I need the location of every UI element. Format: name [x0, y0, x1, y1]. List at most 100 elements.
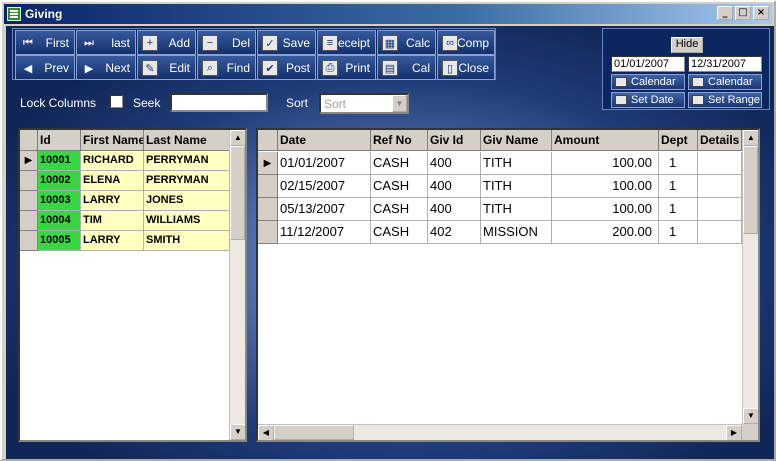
gift-details-cell[interactable] — [698, 175, 742, 198]
close-button[interactable]: ▯ Close — [437, 55, 495, 80]
prev-button[interactable]: ◀ Prev — [15, 55, 75, 80]
member-first-name-cell[interactable]: RICHARD — [81, 151, 144, 171]
column-header-details[interactable]: Details — [698, 130, 742, 151]
table-row[interactable]: 11/12/2007 CASH 402 MISSION 200.00 1 — [258, 221, 742, 244]
gift-details-cell[interactable] — [698, 221, 742, 244]
gifts-horizontal-scrollbar[interactable]: ◀ ▶ — [258, 424, 742, 440]
gifts-vertical-scrollbar[interactable]: ▲ ▼ — [742, 130, 758, 424]
row-selector[interactable] — [20, 231, 38, 251]
add-button[interactable]: + Add — [137, 30, 196, 55]
minimize-icon[interactable]: _ — [717, 6, 733, 20]
column-header-first-name[interactable]: First Name — [81, 130, 144, 151]
column-header-date[interactable]: Date — [278, 130, 371, 151]
member-last-name-cell[interactable]: PERRYMAN — [144, 151, 230, 171]
gift-dept-cell[interactable]: 1 — [659, 175, 698, 198]
gift-details-cell[interactable] — [698, 198, 742, 221]
column-header-ref-no[interactable]: Ref No — [371, 130, 428, 151]
hide-button[interactable]: Hide — [671, 37, 703, 53]
gift-date-cell[interactable]: 02/15/2007 — [278, 175, 371, 198]
comp-button[interactable]: ∞ Comp — [437, 30, 495, 55]
column-header-last-name[interactable]: Last Name — [144, 130, 230, 151]
gift-giv-id-cell[interactable]: 400 — [428, 198, 481, 221]
member-id-cell[interactable]: 10003 — [38, 191, 81, 211]
gift-giv-id-cell[interactable]: 400 — [428, 175, 481, 198]
row-selector[interactable] — [258, 221, 278, 244]
gift-ref-no-cell[interactable]: CASH — [371, 152, 428, 175]
edit-button[interactable]: ✎ Edit — [137, 55, 196, 80]
member-first-name-cell[interactable]: TIM — [81, 211, 144, 231]
calc-button[interactable]: ▦ Calc — [377, 30, 436, 55]
gift-giv-name-cell[interactable]: TITH — [481, 152, 552, 175]
gift-amount-cell[interactable]: 100.00 — [552, 152, 659, 175]
table-row[interactable]: 02/15/2007 CASH 400 TITH 100.00 1 — [258, 175, 742, 198]
scroll-down-icon[interactable]: ▼ — [230, 424, 245, 440]
gift-giv-name-cell[interactable]: TITH — [481, 198, 552, 221]
start-calendar-button[interactable]: Calendar — [611, 74, 685, 90]
end-date-field[interactable]: 12/31/2007 — [688, 56, 762, 72]
table-row[interactable]: ▶ 10001 RICHARD PERRYMAN — [20, 151, 230, 171]
gift-amount-cell[interactable]: 100.00 — [552, 198, 659, 221]
column-header-giv-name[interactable]: Giv Name — [481, 130, 552, 151]
close-window-icon[interactable]: × — [753, 6, 769, 20]
end-calendar-button[interactable]: Calendar — [688, 74, 762, 90]
row-selector[interactable] — [258, 198, 278, 221]
post-button[interactable]: ✔ Post — [257, 55, 316, 80]
scroll-right-icon[interactable]: ▶ — [726, 425, 742, 440]
members-vertical-scrollbar[interactable]: ▲ ▼ — [229, 130, 245, 440]
gift-ref-no-cell[interactable]: CASH — [371, 198, 428, 221]
member-last-name-cell[interactable]: PERRYMAN — [144, 171, 230, 191]
gift-details-cell[interactable] — [698, 152, 742, 175]
maximize-icon[interactable]: □ — [735, 6, 751, 20]
column-header-amount[interactable]: Amount — [552, 130, 659, 151]
start-date-field[interactable]: 01/01/2007 — [611, 56, 685, 72]
table-row[interactable]: 10005 LARRY SMITH — [20, 231, 230, 251]
title-bar[interactable]: Giving _ □ × — [4, 4, 772, 24]
column-header-dept[interactable]: Dept — [659, 130, 698, 151]
gift-dept-cell[interactable]: 1 — [659, 198, 698, 221]
sort-select[interactable]: Sort ▼ — [319, 93, 409, 114]
row-selector[interactable] — [20, 171, 38, 191]
scroll-down-icon[interactable]: ▼ — [743, 408, 758, 424]
first-button[interactable]: ⏮ First — [15, 30, 75, 55]
find-button[interactable]: ⌕ Find — [197, 55, 256, 80]
save-button[interactable]: ✓ Save — [257, 30, 316, 55]
chevron-down-icon[interactable]: ▼ — [392, 95, 407, 112]
gift-ref-no-cell[interactable]: CASH — [371, 221, 428, 244]
next-button[interactable]: ▶ Next — [76, 55, 136, 80]
row-selector[interactable] — [258, 175, 278, 198]
last-button[interactable]: ⏭ last — [76, 30, 136, 55]
set-date-button[interactable]: Set Date — [611, 92, 685, 108]
column-header-giv-id[interactable]: Giv Id — [428, 130, 481, 151]
gift-giv-id-cell[interactable]: 402 — [428, 221, 481, 244]
member-last-name-cell[interactable]: JONES — [144, 191, 230, 211]
delete-button[interactable]: − Del — [197, 30, 256, 55]
member-first-name-cell[interactable]: LARRY — [81, 231, 144, 251]
row-selector[interactable] — [20, 211, 38, 231]
current-row-arrow-icon[interactable]: ▶ — [20, 151, 38, 171]
gift-dept-cell[interactable]: 1 — [659, 152, 698, 175]
gift-ref-no-cell[interactable]: CASH — [371, 175, 428, 198]
member-first-name-cell[interactable]: ELENA — [81, 171, 144, 191]
member-id-cell[interactable]: 10002 — [38, 171, 81, 191]
gift-date-cell[interactable]: 05/13/2007 — [278, 198, 371, 221]
table-row[interactable]: 10002 ELENA PERRYMAN — [20, 171, 230, 191]
cal-button[interactable]: ▤ Cal — [377, 55, 436, 80]
gift-giv-name-cell[interactable]: TITH — [481, 175, 552, 198]
lock-columns-checkbox[interactable] — [110, 95, 123, 108]
column-header-id[interactable]: Id — [38, 130, 81, 151]
member-id-cell[interactable]: 10005 — [38, 231, 81, 251]
member-id-cell[interactable]: 10004 — [38, 211, 81, 231]
scroll-up-icon[interactable]: ▲ — [743, 130, 758, 146]
table-row[interactable]: 10003 LARRY JONES — [20, 191, 230, 211]
member-first-name-cell[interactable]: LARRY — [81, 191, 144, 211]
table-row[interactable]: ▶ 01/01/2007 CASH 400 TITH 100.00 1 — [258, 152, 742, 175]
scroll-thumb[interactable] — [230, 146, 245, 240]
seek-input[interactable] — [170, 93, 268, 112]
row-selector[interactable] — [20, 191, 38, 211]
gift-giv-id-cell[interactable]: 400 — [428, 152, 481, 175]
member-last-name-cell[interactable]: WILLIAMS — [144, 211, 230, 231]
member-id-cell[interactable]: 10001 — [38, 151, 81, 171]
scroll-thumb[interactable] — [743, 146, 758, 234]
gift-dept-cell[interactable]: 1 — [659, 221, 698, 244]
current-row-arrow-icon[interactable]: ▶ — [258, 152, 278, 175]
